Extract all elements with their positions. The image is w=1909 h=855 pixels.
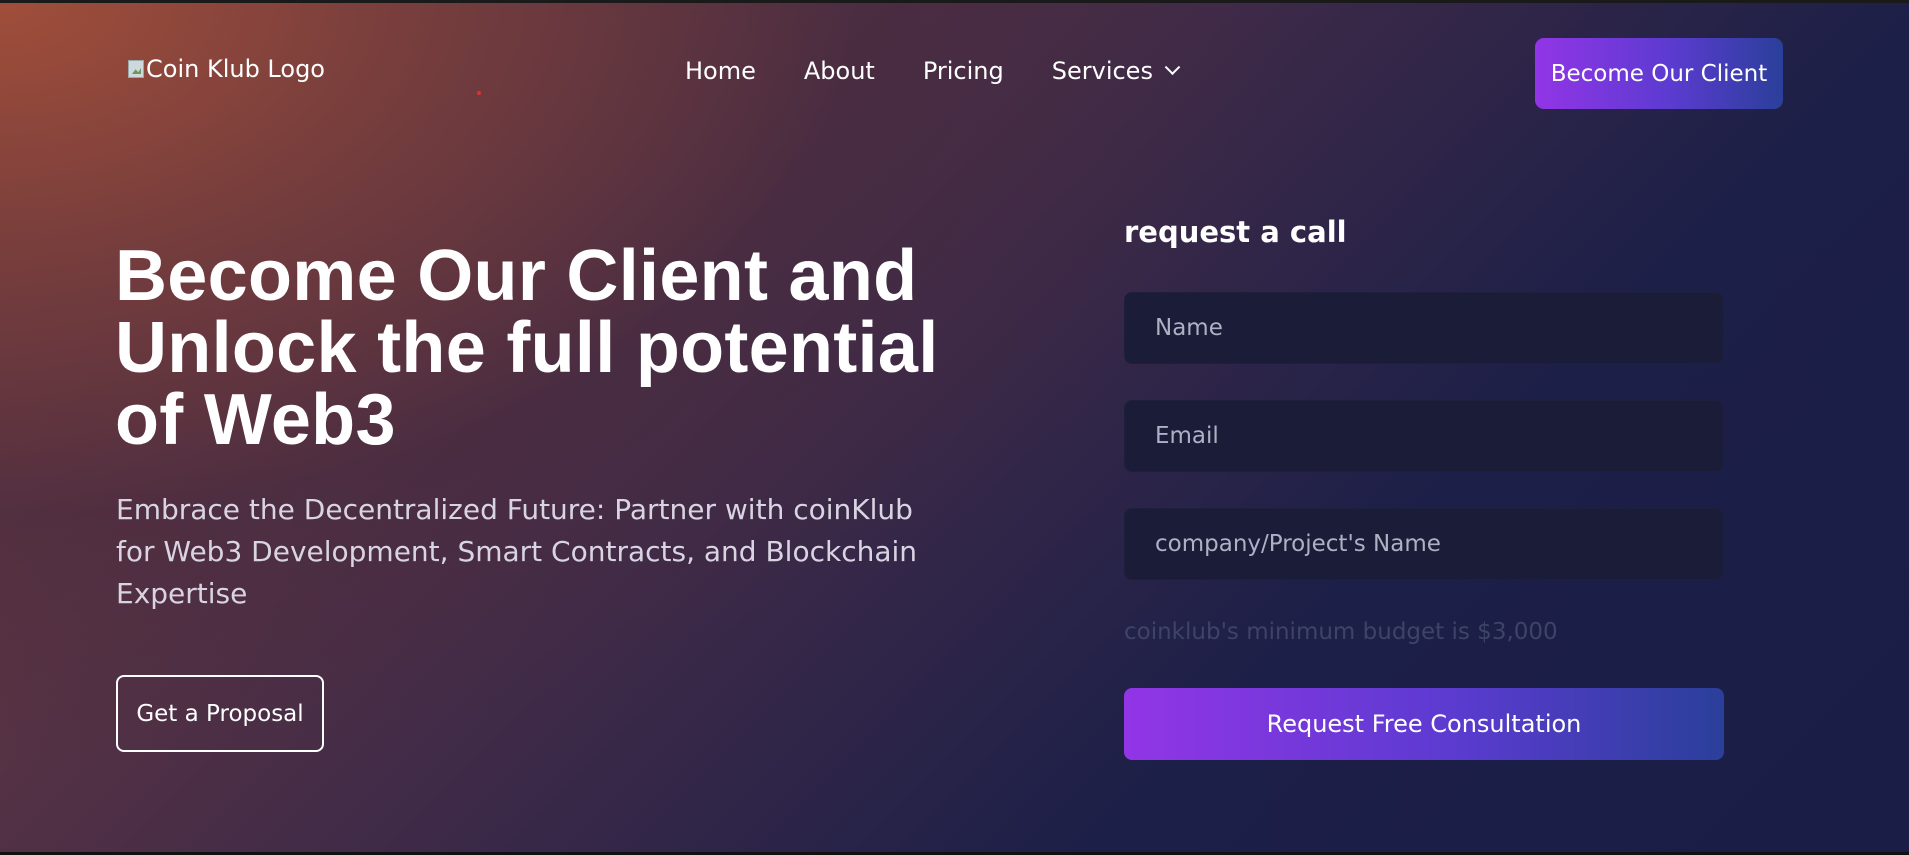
form-title: request a call bbox=[1124, 215, 1347, 249]
page: Coin Klub Logo Home About Pricing Servic… bbox=[0, 0, 1909, 855]
get-proposal-button[interactable]: Get a Proposal bbox=[116, 675, 324, 752]
become-client-button[interactable]: Become Our Client bbox=[1535, 38, 1783, 109]
logo-alt-text: Coin Klub Logo bbox=[146, 55, 325, 83]
broken-image-icon bbox=[128, 60, 144, 78]
logo-link[interactable]: Coin Klub Logo bbox=[128, 55, 325, 83]
nav-services-label: Services bbox=[1051, 57, 1153, 85]
budget-note: coinklub's minimum budget is $3,000 bbox=[1124, 619, 1558, 645]
nav-pricing[interactable]: Pricing bbox=[923, 57, 1004, 85]
hero-title: Become Our Client and Unlock the full po… bbox=[115, 236, 939, 460]
email-field[interactable] bbox=[1124, 400, 1724, 472]
name-field[interactable] bbox=[1124, 292, 1724, 364]
nav-home[interactable]: Home bbox=[685, 57, 756, 85]
red-dot-marker bbox=[477, 91, 481, 95]
nav-about[interactable]: About bbox=[804, 57, 875, 85]
request-consultation-button[interactable]: Request Free Consultation bbox=[1124, 688, 1724, 760]
company-field[interactable] bbox=[1124, 508, 1724, 580]
main-nav: Home About Pricing Services bbox=[685, 57, 1181, 85]
chevron-down-icon bbox=[1164, 58, 1181, 75]
nav-services[interactable]: Services bbox=[1051, 57, 1181, 85]
hero-subtitle: Embrace the Decentralized Future: Partne… bbox=[116, 493, 918, 610]
